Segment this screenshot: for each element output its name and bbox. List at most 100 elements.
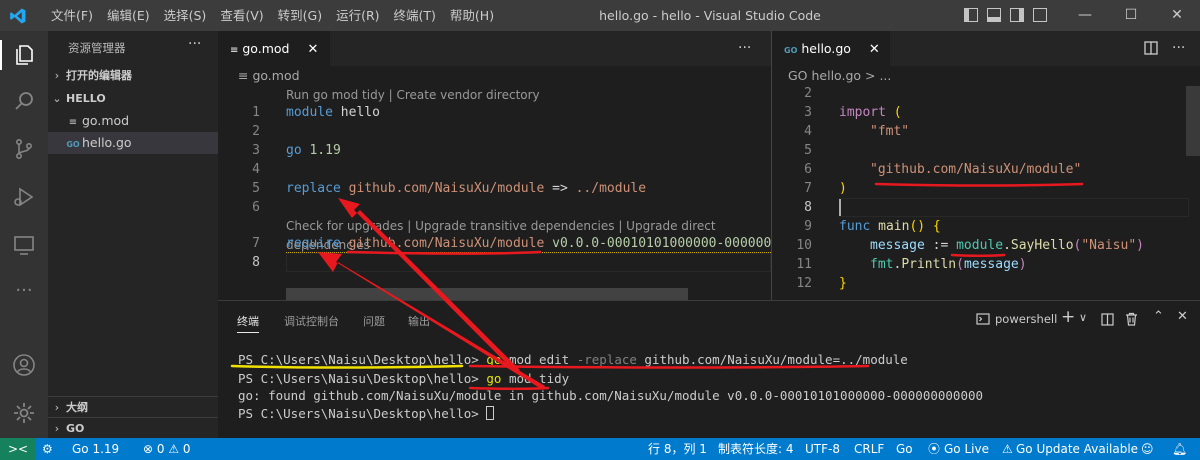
- accounts-status-icon[interactable]: ☺: [1141, 438, 1154, 460]
- close-tab-icon[interactable]: ✕: [869, 42, 880, 57]
- tab-terminal[interactable]: 终端: [237, 313, 259, 333]
- tab-problems[interactable]: 问题: [363, 313, 385, 329]
- menu-file[interactable]: 文件(F): [44, 0, 100, 31]
- line-number: 8: [804, 200, 812, 215]
- split-terminal-icon[interactable]: [1101, 313, 1114, 326]
- accounts-icon[interactable]: [12, 353, 36, 377]
- menu-edit[interactable]: 编辑(E): [100, 0, 157, 31]
- explorer-more-button[interactable]: ···: [188, 36, 201, 52]
- chevron-right-icon: ›: [54, 401, 60, 414]
- menu-help[interactable]: 帮助(H): [443, 0, 501, 31]
- activity-bar: ···: [0, 31, 48, 438]
- maximize-panel-icon[interactable]: ⌃: [1153, 309, 1164, 324]
- line-number: 9: [804, 219, 812, 234]
- encoding[interactable]: UTF-8: [805, 438, 840, 460]
- code-line-1: module hello: [286, 105, 380, 120]
- folder-section[interactable]: ⌄ HELLO: [48, 88, 218, 110]
- terminal-line[interactable]: PS C:\Users\Naisu\Desktop\hello>: [238, 405, 495, 422]
- tab-hello-go[interactable]: GO hello.go ✕: [772, 31, 890, 66]
- line-number: 12: [796, 276, 812, 291]
- open-editors-section[interactable]: › 打开的编辑器: [48, 65, 218, 87]
- tab-debug-console[interactable]: 调试控制台: [284, 313, 339, 329]
- remote-indicator-icon[interactable]: ><: [0, 438, 36, 460]
- language-mode[interactable]: Go: [896, 438, 913, 460]
- notifications-bell-icon[interactable]: 🔔︎: [1172, 438, 1187, 460]
- terminal-line: PS C:\Users\Naisu\Desktop\hello> go mod …: [238, 352, 908, 367]
- menu-go[interactable]: 转到(G): [271, 0, 329, 31]
- line-number: 4: [804, 124, 812, 139]
- line-number: 11: [796, 257, 812, 272]
- left-editor[interactable]: ≡ go.mod Run go mod tidy | Create vendor…: [218, 66, 771, 300]
- close-tab-icon[interactable]: ✕: [307, 42, 318, 57]
- warning-icon: ⚠: [1002, 442, 1013, 456]
- outline-section[interactable]: › 大纲: [48, 396, 218, 418]
- tab-go-mod[interactable]: ≡ go.mod ✕: [218, 31, 330, 66]
- vertical-scrollbar[interactable]: [1186, 86, 1200, 156]
- more-icon[interactable]: ···: [12, 279, 36, 303]
- status-bar: >< ⚙ Go 1.19 ⊗ 0 ⚠ 0 行 8，列 1 制表符长度: 4 UT…: [0, 438, 1200, 460]
- toggle-secondary-sidebar-icon[interactable]: [1010, 8, 1024, 22]
- menu-view[interactable]: 查看(V): [213, 0, 270, 31]
- run-debug-icon[interactable]: [12, 185, 36, 209]
- explorer-title: 资源管理器: [68, 41, 126, 55]
- close-panel-icon[interactable]: ✕: [1177, 309, 1188, 324]
- tab-size[interactable]: 制表符长度: 4: [718, 438, 794, 460]
- file-item-hello-go[interactable]: GO hello.go: [48, 132, 218, 154]
- toggle-panel-icon[interactable]: [987, 8, 1001, 22]
- trash-icon[interactable]: [1125, 312, 1138, 326]
- split-editor-icon[interactable]: [1144, 41, 1158, 55]
- breadcrumb[interactable]: ≡ go.mod: [238, 66, 300, 86]
- cursor-position[interactable]: 行 8，列 1: [648, 438, 707, 460]
- minimize-button[interactable]: —: [1062, 0, 1108, 31]
- menu-bar: 文件(F) 编辑(E) 选择(S) 查看(V) 转到(G) 运行(R) 终端(T…: [44, 0, 501, 31]
- vscode-logo-icon: [10, 8, 26, 24]
- terminal-panel: 终端 调试控制台 问题 输出 powershell + ∨ ⌃ ✕ PS C:\…: [218, 300, 1200, 438]
- new-terminal-button[interactable]: +: [1061, 307, 1075, 327]
- go-version-icon: ⚙: [42, 442, 53, 456]
- line-number: 5: [804, 143, 812, 158]
- code-line-10: message := module.SayHello("Naisu"): [870, 238, 1144, 253]
- tab-output[interactable]: 输出: [408, 313, 430, 329]
- code-line-6: "github.com/NaisuXu/module": [870, 162, 1082, 177]
- text-cursor: [839, 199, 841, 216]
- menu-selection[interactable]: 选择(S): [157, 0, 214, 31]
- go-live-button[interactable]: Go Live: [944, 438, 989, 460]
- right-editor-more-button[interactable]: ···: [1172, 31, 1185, 66]
- customize-layout-icon[interactable]: [1033, 8, 1047, 22]
- remote-explorer-icon[interactable]: [12, 233, 36, 257]
- terminal-dropdown-chevron[interactable]: ∨: [1079, 311, 1087, 324]
- source-control-icon[interactable]: [12, 137, 36, 161]
- settings-gear-icon[interactable]: [12, 401, 36, 425]
- left-editor-more-button[interactable]: ···: [738, 31, 751, 66]
- toggle-sidebar-icon[interactable]: [964, 8, 978, 22]
- horizontal-scrollbar[interactable]: [286, 288, 688, 300]
- menu-run[interactable]: 运行(R): [329, 0, 386, 31]
- right-editor[interactable]: GO hello.go > ... 2 3 4 5 6 7 8 9 10 11 …: [772, 66, 1200, 300]
- window-title: hello.go - hello - Visual Studio Code: [599, 8, 821, 23]
- close-window-button[interactable]: ✕: [1154, 0, 1200, 31]
- open-editors-label: 打开的编辑器: [66, 69, 132, 82]
- shell-name[interactable]: powershell: [995, 312, 1057, 326]
- file-lines-icon: ≡: [230, 45, 239, 56]
- go-version[interactable]: Go 1.19: [72, 438, 119, 460]
- right-editor-tabbar: GO hello.go ✕ ···: [772, 31, 1200, 66]
- go-section-label: GO: [66, 422, 85, 435]
- go-section[interactable]: › GO: [48, 417, 218, 439]
- code-line-5: replace github.com/NaisuXu/module => ../…: [286, 181, 647, 196]
- line-number: 8: [252, 255, 260, 270]
- code-line-11: fmt.Println(message): [870, 257, 1027, 272]
- end-of-line[interactable]: CRLF: [854, 438, 884, 460]
- go-file-icon: GO: [784, 46, 798, 55]
- file-item-go-mod[interactable]: ≡ go.mod: [48, 110, 218, 132]
- chevron-right-icon: ›: [54, 422, 60, 435]
- menu-terminal[interactable]: 终端(T): [387, 0, 443, 31]
- line-number: 1: [252, 105, 260, 120]
- layout-controls: [964, 8, 1047, 22]
- maximize-button[interactable]: ☐: [1108, 0, 1154, 31]
- problems-count[interactable]: ⊗ 0 ⚠ 0: [143, 438, 191, 460]
- breadcrumb[interactable]: GO hello.go > ...: [788, 66, 891, 86]
- search-icon[interactable]: [12, 89, 36, 113]
- explorer-sidebar: 资源管理器 ··· › 打开的编辑器 ⌄ HELLO ≡ go.mod GO hello…: [48, 31, 218, 438]
- go-update-button[interactable]: Go Update Available: [1016, 438, 1138, 460]
- explorer-icon[interactable]: [12, 43, 36, 67]
